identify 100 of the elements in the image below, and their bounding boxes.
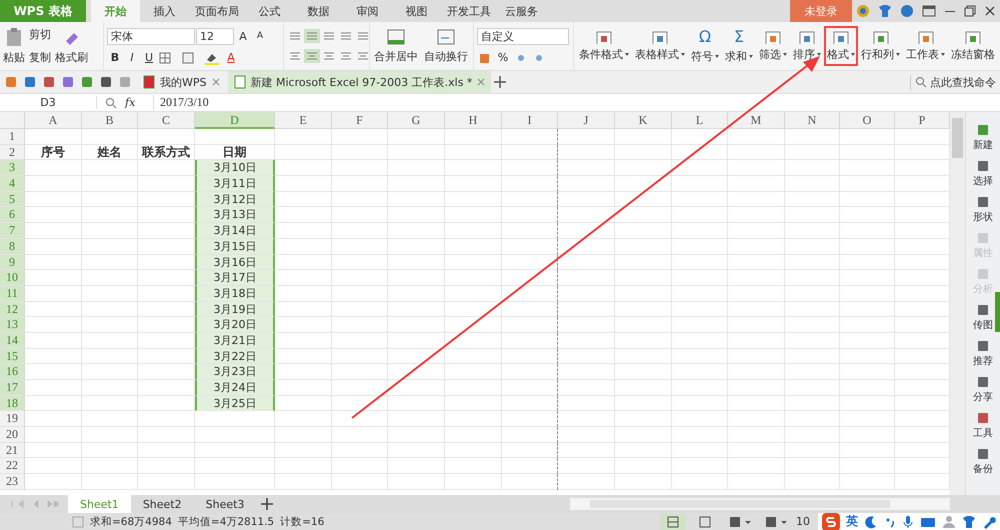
panel-toggle[interactable] [995, 292, 1000, 332]
command-search-field[interactable]: 点此查找命令 [910, 74, 1000, 90]
ribbon-button[interactable]: 筛选 [756, 26, 790, 66]
ribbon-tab[interactable]: 页面布局 [189, 0, 245, 22]
function-button[interactable]: fx [125, 96, 145, 109]
ribbon-button[interactable]: 条件格式 [576, 26, 632, 66]
column-header[interactable]: H [445, 112, 502, 129]
toolbar-icon[interactable] [23, 75, 37, 89]
column-header[interactable]: P [895, 112, 950, 129]
moon-icon[interactable] [864, 514, 878, 528]
language-indicator[interactable]: 英 [846, 513, 858, 530]
ribbon-button[interactable]: 格式 [824, 26, 858, 66]
percent-button[interactable]: % [495, 51, 511, 64]
column-header[interactable]: K [615, 112, 672, 129]
wrap-text-button[interactable]: 自动换行 [424, 28, 468, 64]
column-header[interactable]: C [138, 112, 195, 129]
scrollbar-thumb[interactable] [952, 118, 963, 158]
row-header[interactable]: 1 [0, 129, 25, 145]
sidebar-button[interactable]: 传图 [973, 304, 993, 332]
number-format-field[interactable]: 自定义 [477, 28, 569, 44]
ribbon-tab[interactable]: 公式 [245, 0, 294, 22]
shirt-icon[interactable] [878, 4, 892, 18]
paste-button[interactable]: 粘贴 [3, 27, 25, 65]
formula-field[interactable]: 2017/3/10 [153, 95, 1000, 110]
sidebar-button[interactable]: 推荐 [973, 340, 993, 368]
sidebar-button[interactable]: 选择 [973, 160, 993, 188]
row-header[interactable]: 23 [0, 474, 25, 490]
toolbar-icon[interactable] [99, 75, 113, 89]
close-icon[interactable] [984, 5, 996, 17]
align-icon[interactable] [304, 49, 320, 63]
shirt-icon[interactable] [962, 514, 976, 528]
grow-font-button[interactable]: A [235, 30, 251, 42]
column-header[interactable]: E [275, 112, 332, 129]
sidebar-button[interactable]: 备份 [973, 448, 993, 476]
row-header[interactable]: 19 [0, 411, 25, 428]
ribbon-tab[interactable]: 视图 [392, 0, 441, 22]
toolbar-icon[interactable] [42, 75, 56, 89]
window-icon[interactable] [922, 4, 936, 18]
ribbon-button[interactable]: 工作表 [903, 26, 948, 66]
column-header[interactable]: J [558, 112, 615, 129]
sidebar-button[interactable]: 形状 [973, 196, 993, 224]
font-name-field[interactable]: 宋体 [107, 28, 195, 44]
ribbon-button[interactable]: 冻结窗格 [948, 26, 998, 66]
toolbar-icon[interactable] [80, 75, 94, 89]
wrench-icon[interactable] [982, 514, 996, 528]
toolbar-icon[interactable] [61, 75, 75, 89]
merge-button[interactable]: 合并居中 [374, 28, 418, 64]
zoom-icon[interactable] [105, 96, 117, 108]
font-style-button[interactable]: U [141, 51, 157, 64]
add-icon[interactable] [260, 497, 274, 511]
input-method-bar[interactable]: 英 [818, 513, 1000, 530]
font-style-button[interactable]: I [124, 51, 140, 64]
row-header[interactable]: 20 [0, 427, 25, 443]
copy-button[interactable]: 复制 [27, 50, 53, 65]
format-painter-button[interactable]: 格式刷 [55, 27, 88, 65]
shrink-font-button[interactable]: A [252, 31, 268, 41]
ribbon-button[interactable]: 表格样式 [632, 26, 688, 66]
column-header[interactable]: G [388, 112, 445, 129]
document-tab[interactable]: 我的WPS [137, 71, 226, 93]
font-style-button[interactable]: B [107, 51, 123, 64]
close-icon[interactable] [210, 77, 220, 87]
column-header[interactable]: A [25, 112, 82, 129]
column-header[interactable]: O [840, 112, 895, 129]
column-header[interactable]: N [785, 112, 840, 129]
row-header[interactable]: 2 [0, 144, 25, 160]
zoom-level[interactable]: 10 [796, 515, 810, 528]
column-header[interactable]: I [502, 112, 558, 129]
document-tab[interactable]: 新建 Microsoft Excel 97-2003 工作表.xls * [228, 71, 492, 93]
ribbon-tab[interactable]: 插入 [140, 0, 189, 22]
ribbon-tab[interactable]: 数据 [294, 0, 343, 22]
microphone-icon[interactable] [902, 514, 914, 528]
sheet-tab[interactable]: Sheet1 [68, 495, 131, 513]
row-header[interactable]: 22 [0, 458, 25, 474]
normal-view-icon[interactable] [660, 514, 686, 530]
skin-icon[interactable] [856, 4, 870, 18]
column-header[interactable]: B [82, 112, 138, 129]
ribbon-button[interactable]: 行和列 [858, 26, 903, 66]
add-icon[interactable] [493, 75, 508, 89]
ribbon-tab[interactable]: 云服务 [497, 0, 546, 22]
column-header[interactable]: M [728, 112, 785, 129]
sidebar-button[interactable]: 工具 [973, 412, 993, 440]
table-cell [615, 176, 672, 192]
row-header[interactable]: 21 [0, 442, 25, 458]
help-icon[interactable] [900, 4, 914, 18]
sidebar-button[interactable]: 分享 [973, 376, 993, 404]
font-color-button[interactable]: A [223, 51, 239, 64]
ribbon-tab[interactable]: 开发工具 [441, 0, 497, 22]
name-box[interactable]: D3 [0, 96, 97, 109]
app-menu-button[interactable]: WPS 表格 [0, 0, 86, 22]
cut-button[interactable]: 剪切 [27, 27, 53, 42]
user-icon[interactable] [942, 514, 956, 528]
sidebar-button[interactable]: 新建 [973, 124, 993, 152]
ribbon-button[interactable]: Ω 符号 [688, 26, 722, 66]
align-icon[interactable] [304, 29, 320, 43]
ribbon-button[interactable]: Σ 求和 [722, 26, 756, 66]
column-header[interactable]: F [332, 112, 388, 129]
column-header[interactable]: L [672, 112, 728, 129]
restore-icon[interactable] [964, 5, 976, 17]
font-size-field[interactable]: 12 [196, 28, 234, 44]
ribbon-tab[interactable]: 审阅 [343, 0, 392, 22]
